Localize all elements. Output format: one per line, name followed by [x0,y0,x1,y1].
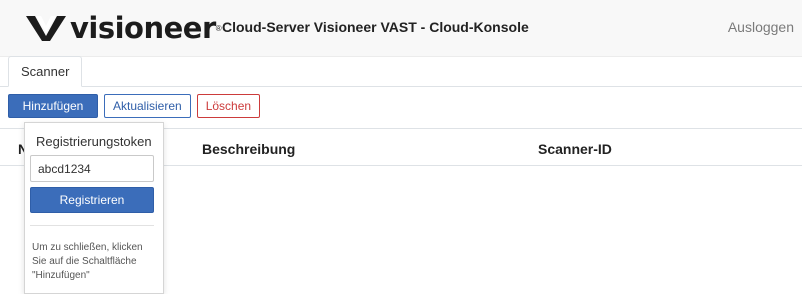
refresh-button[interactable]: Aktualisieren [104,94,191,118]
column-header-description[interactable]: Beschreibung [202,141,295,157]
delete-button[interactable]: Löschen [196,94,261,118]
popover-divider [30,225,154,226]
column-header-scanner-id[interactable]: Scanner-ID [538,141,612,157]
close-hint: Um zu schließen, klicken Sie auf die Sch… [32,242,143,281]
add-scanner-popover: Registrierungstoken Registrieren Um zu s… [24,122,164,294]
add-button[interactable]: Hinzufügen [8,94,98,118]
toolbar: Hinzufügen Aktualisieren Löschen [8,94,261,118]
visioneer-v-icon [26,16,66,41]
app-header: visioneer ® Cloud-Server Visioneer VAST … [0,0,802,57]
logo-wordmark: visioneer [70,11,216,45]
registered-mark: ® [215,23,222,33]
token-input[interactable] [30,155,154,182]
register-button[interactable]: Registrieren [30,187,154,213]
logout-link[interactable]: Ausloggen [728,19,794,35]
tab-bar: Scanner [0,56,802,87]
token-label: Registrierungstoken [36,134,152,149]
page-title: Cloud-Server Visioneer VAST - Cloud-Kons… [222,19,529,35]
tab-scanner[interactable]: Scanner [8,56,83,87]
visioneer-logo: visioneer ® [26,12,222,44]
